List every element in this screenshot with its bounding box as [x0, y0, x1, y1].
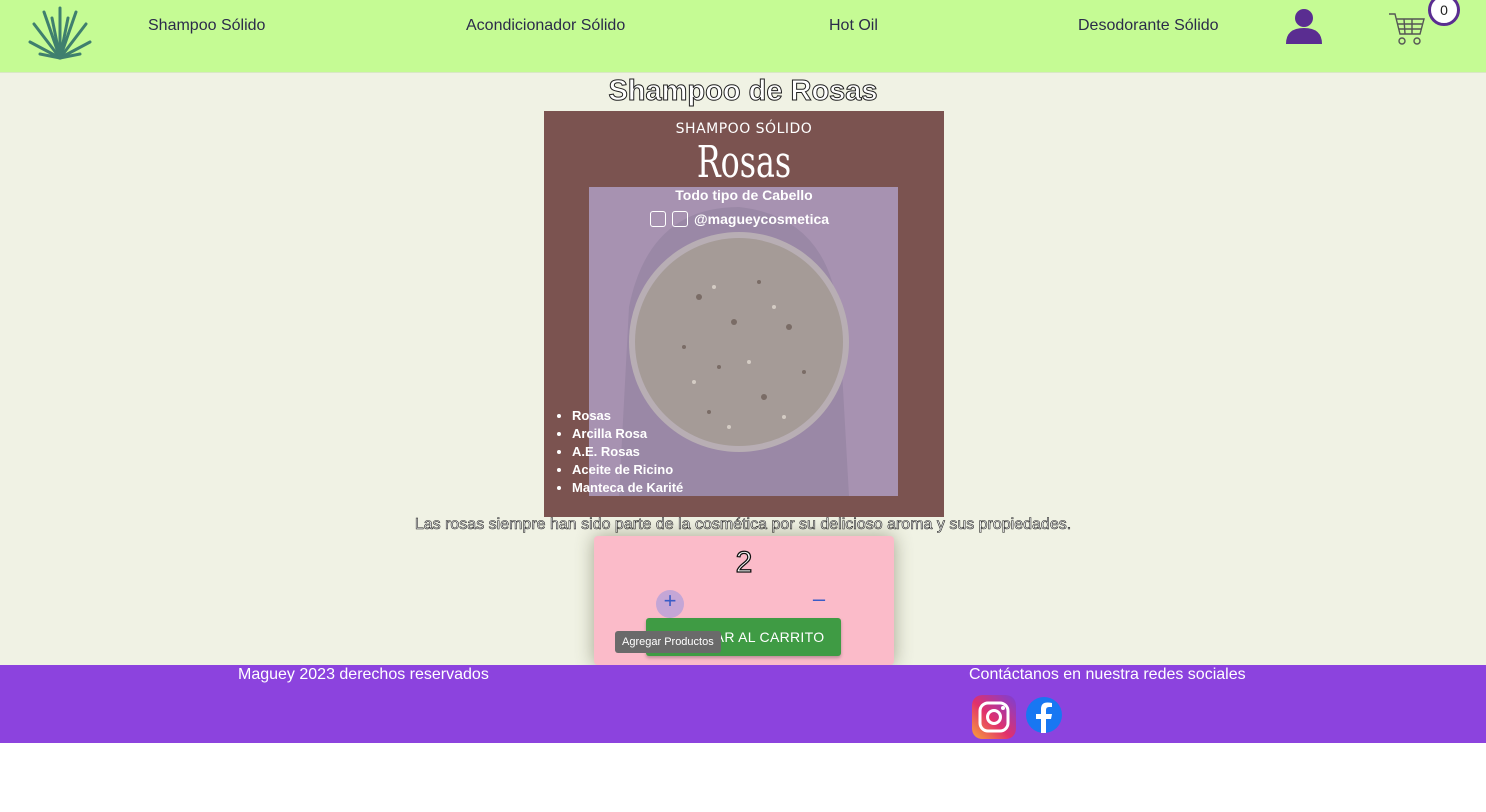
ingredients-list: Rosas Arcilla Rosa A.E. Rosas Aceite de …	[558, 407, 683, 497]
ingredient-item: Arcilla Rosa	[572, 425, 683, 443]
top-navbar: Shampoo Sólido Acondicionador Sólido Hot…	[0, 0, 1486, 73]
decrement-button[interactable]: –	[808, 588, 830, 610]
instagram-icon[interactable]	[972, 695, 1016, 739]
image-product-name: Rosas	[696, 137, 792, 188]
instagram-icon	[672, 211, 688, 227]
ingredient-item: Aceite de Ricino	[572, 461, 683, 479]
image-social-handle: @magueycosmetica	[694, 211, 830, 227]
ingredient-item: Manteca de Karité	[572, 479, 683, 497]
ingredient-item: A.E. Rosas	[572, 443, 683, 461]
footer: Maguey 2023 derechos reservados Contácta…	[0, 665, 1486, 743]
nav-link-acondicionador[interactable]: Acondicionador Sólido	[466, 17, 625, 35]
cart-count-badge: 0	[1428, 0, 1460, 26]
nav-link-desodorante[interactable]: Desodorante Sólido	[1078, 17, 1219, 35]
image-hair-type: Todo tipo de Cabello	[675, 187, 813, 203]
nav-link-hot-oil[interactable]: Hot Oil	[829, 17, 878, 35]
product-title: Shampoo de Rosas	[608, 75, 878, 108]
nav-link-shampoo[interactable]: Shampoo Sólido	[148, 17, 265, 35]
quantity-value: 2	[735, 545, 753, 579]
image-kicker: SHAMPOO SÓLIDO	[675, 121, 813, 137]
footer-contact-text: Contáctanos en nuestra redes sociales	[969, 666, 1246, 683]
agave-logo[interactable]	[28, 2, 92, 62]
product-detail: Shampoo de Rosas SHAMPOO SÓLIDO Rosas To…	[0, 73, 1486, 665]
tooltip: Agregar Productos	[615, 631, 721, 653]
footer-copyright: Maguey 2023 derechos reservados	[238, 666, 489, 683]
user-icon[interactable]	[1284, 6, 1324, 46]
ingredient-item: Rosas	[572, 407, 683, 425]
increment-button[interactable]: +	[656, 590, 684, 618]
product-description: Las rosas siempre han sido parte de la c…	[414, 516, 1072, 534]
image-social-line: @magueycosmetica	[650, 209, 829, 229]
facebook-icon	[650, 211, 666, 227]
cart-icon[interactable]	[1388, 12, 1426, 46]
add-to-cart-card: 2 + – AGREGAR AL CARRITO Agregar Product…	[594, 536, 894, 665]
product-image: SHAMPOO SÓLIDO Rosas Todo tipo de Cabell…	[544, 111, 944, 517]
facebook-icon[interactable]	[1026, 697, 1062, 733]
